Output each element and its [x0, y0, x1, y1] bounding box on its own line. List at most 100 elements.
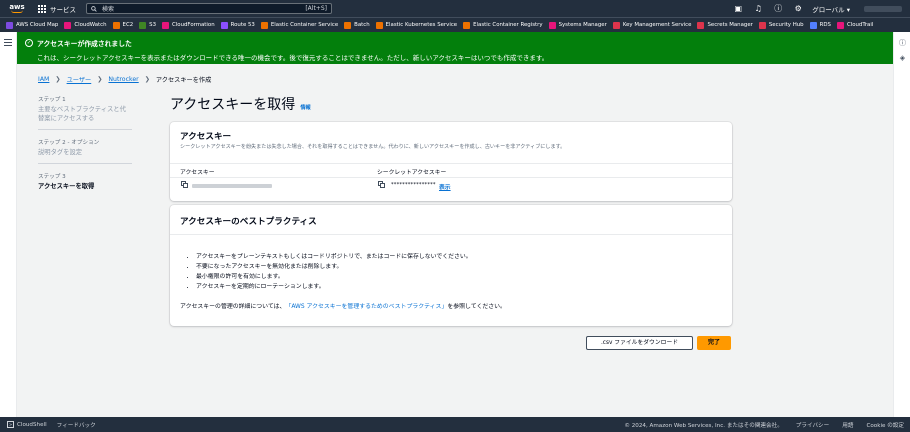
favorite-item[interactable]: Batch — [344, 21, 370, 29]
cloudshell-icon[interactable]: ▣ — [728, 4, 748, 13]
info-link[interactable]: 情報 — [300, 104, 310, 111]
service-icon — [260, 21, 268, 29]
feedback-link[interactable]: フィードバック — [57, 421, 96, 429]
services-menu[interactable]: サービス — [50, 4, 76, 14]
favorite-item[interactable]: Systems Manager — [548, 21, 607, 29]
favorite-item[interactable]: CloudTrail — [836, 21, 874, 29]
search-input[interactable]: 検索 [Alt+S] — [86, 3, 332, 14]
download-csv-button[interactable]: .csv ファイルをダウンロード — [586, 336, 693, 350]
favorite-item[interactable]: Key Management Service — [612, 21, 692, 29]
info-panel-icon[interactable]: ⓘ — [894, 38, 910, 48]
favorite-item[interactable]: Security Hub — [758, 21, 804, 29]
cloudshell-button[interactable]: > CloudShell — [7, 421, 47, 428]
copy-secret-key-icon[interactable] — [378, 181, 385, 188]
favorite-item[interactable]: EC2 — [112, 21, 134, 29]
service-icon — [375, 21, 383, 29]
chevron-right-icon: ❯ — [144, 76, 150, 83]
best-practices-list: アクセスキーをプレーンテキストもしくはコードリポジトリで、またはコードに保存しな… — [196, 252, 472, 292]
favorite-label: Secrets Manager — [707, 22, 753, 28]
gear-icon[interactable]: ⚙ — [788, 4, 808, 13]
terms-link[interactable]: 用語 — [842, 421, 853, 429]
service-icon — [112, 21, 120, 29]
wizard-step-3-label: アクセスキーを取得 — [38, 183, 95, 190]
favorite-label: CloudWatch — [74, 22, 107, 28]
list-item: アクセスキーを定期的にローテーションします。 — [196, 282, 472, 292]
services-grid-icon[interactable] — [38, 4, 46, 13]
access-key-table-header: アクセスキー シークレットアクセスキー — [170, 163, 732, 176]
service-icon — [162, 21, 170, 29]
best-practices-title: アクセスキーのベストプラクティス — [180, 217, 317, 227]
favorite-item[interactable]: Route 53 — [220, 21, 255, 29]
service-icon — [809, 21, 817, 29]
favorite-item[interactable]: CloudFormation — [162, 21, 215, 29]
secret-key-column-header: シークレットアクセスキー — [377, 170, 447, 176]
favorite-label: CloudTrail — [846, 22, 874, 28]
region-selector[interactable]: グローバル ▾ — [812, 4, 850, 14]
page-header: アクセスキーを取得 情報 — [170, 94, 311, 114]
done-button[interactable]: 完了 — [697, 336, 731, 350]
list-item: 最小権限の許可を有効にします。 — [196, 272, 472, 282]
best-practices-link[interactable]: 「AWS アクセスキーを管理するためのベストプラクティス」 — [285, 304, 447, 310]
service-icon — [697, 21, 705, 29]
favorite-item[interactable]: RDS — [809, 21, 831, 29]
wizard-step-3: ステップ 3 アクセスキーを取得 — [38, 172, 132, 191]
service-icon — [548, 21, 556, 29]
wizard-steps: ステップ 1 主要なベストプラクティスと代替案にアクセスする ステップ 2 - … — [38, 95, 132, 191]
secret-key-masked: **************** — [391, 182, 436, 188]
favorite-item[interactable]: Elastic Kubernetes Service — [375, 21, 458, 29]
breadcrumb-user[interactable]: Nutrocker — [108, 76, 138, 83]
chevron-right-icon: ❯ — [55, 76, 61, 83]
favorite-item[interactable]: Elastic Container Service — [260, 21, 339, 29]
favorite-item[interactable]: AWS Cloud Map — [6, 21, 59, 29]
service-icon — [6, 21, 13, 29]
search-placeholder: 検索 — [102, 6, 115, 13]
service-icon — [139, 21, 147, 29]
chevron-right-icon: ❯ — [97, 76, 103, 83]
access-key-row: **************** 表示 — [170, 177, 732, 191]
aws-logo[interactable]: aws — [6, 0, 28, 17]
flash-message: これは、シークレットアクセスキーを表示またはダウンロードできる唯一の機会です。後… — [37, 54, 549, 62]
success-flash-banner: ✓ アクセスキーが作成されました これは、シークレットアクセスキーを表示またはダ… — [17, 32, 893, 64]
favorite-label: EC2 — [122, 22, 134, 28]
service-icon — [344, 21, 352, 29]
compass-icon[interactable]: ◈ — [894, 54, 910, 62]
favorites-bar: AWS Cloud Map CloudWatch EC2 S3 CloudFormati… — [0, 17, 910, 32]
account-menu[interactable] — [864, 5, 902, 12]
cookie-settings-link[interactable]: Cookie の設定 — [866, 421, 904, 429]
breadcrumb-iam[interactable]: IAM — [38, 76, 49, 83]
service-icon — [612, 21, 620, 29]
service-icon — [836, 21, 844, 29]
privacy-link[interactable]: プライバシー — [796, 421, 829, 429]
favorite-label: Elastic Kubernetes Service — [385, 22, 458, 28]
favorite-item[interactable]: Elastic Container Registry — [463, 21, 543, 29]
divider — [170, 234, 732, 235]
help-icon[interactable]: ⓘ — [768, 3, 788, 14]
wizard-step-2-label: 説明タグを設定 — [38, 149, 83, 156]
search-shortcut: [Alt+S] — [305, 5, 327, 12]
success-check-icon: ✓ — [25, 39, 33, 47]
tools-panel-strip: ⓘ ◈ — [893, 32, 910, 417]
show-secret-link[interactable]: 表示 — [439, 182, 451, 191]
page-title: アクセスキーを取得 — [170, 97, 296, 113]
favorite-item[interactable]: CloudWatch — [64, 21, 107, 29]
hamburger-menu-icon[interactable] — [4, 39, 12, 48]
favorite-label: Elastic Container Service — [270, 22, 339, 28]
bell-icon[interactable]: ♫ — [748, 4, 768, 13]
favorite-label: Systems Manager — [558, 22, 607, 28]
copy-access-key-icon[interactable] — [181, 181, 188, 188]
favorite-item[interactable]: Secrets Manager — [697, 21, 753, 29]
flash-title: アクセスキーが作成されました — [37, 40, 132, 48]
breadcrumb-users[interactable]: ユーザー — [67, 75, 92, 84]
favorite-label: Route 53 — [230, 22, 255, 28]
favorite-label: AWS Cloud Map — [16, 22, 59, 28]
service-icon — [64, 21, 72, 29]
top-navigation: aws サービス 検索 [Alt+S] ▣ ♫ ⓘ ⚙ グローバル ▾ — [0, 0, 910, 17]
favorite-label: Key Management Service — [622, 22, 692, 28]
wizard-step-2: ステップ 2 - オプション 説明タグを設定 — [38, 138, 132, 164]
favorite-label: Batch — [354, 22, 370, 28]
list-item: アクセスキーをプレーンテキストもしくはコードリポジトリで、またはコードに保存しな… — [196, 252, 472, 262]
favorite-item[interactable]: S3 — [139, 21, 156, 29]
breadcrumb-current: アクセスキーを作成 — [155, 77, 212, 84]
service-icon — [463, 21, 471, 29]
service-icon — [758, 21, 766, 29]
